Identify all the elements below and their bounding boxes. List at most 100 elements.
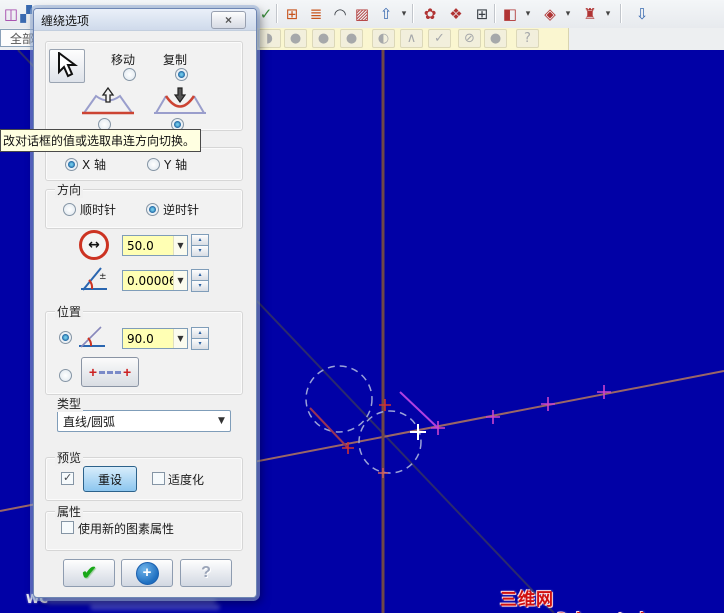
fillet-icon[interactable]: ❖	[446, 3, 466, 25]
ghost-circle-icon[interactable]: ●	[484, 29, 507, 48]
clockwise-radio[interactable]	[63, 203, 76, 216]
arc-create-icon[interactable]: ◠	[330, 3, 350, 25]
xform-rotate-icon[interactable]: ◈	[540, 3, 560, 25]
ok-button[interactable]: ✔	[63, 559, 115, 587]
move-label: 移动	[111, 53, 136, 67]
selected-segment-crimson	[309, 407, 349, 449]
ghost-circle-icon[interactable]: ●	[284, 29, 307, 48]
point-marker-magenta	[541, 397, 555, 411]
dashed-line-icon	[99, 370, 121, 374]
close-button[interactable]: ×	[211, 11, 246, 29]
move-radio[interactable]	[123, 68, 136, 81]
mastercam-app-window: 三维网www.3dportal.cn WC ◫ ▞ ✓ ⊞ ≣ ◠ ▨ ⇧ ▾ …	[0, 0, 724, 613]
position-angle-field[interactable]: ▼	[122, 328, 188, 349]
help-button[interactable]: ?	[180, 559, 232, 587]
fit-checkbox[interactable]	[152, 472, 165, 485]
apply-check-icon[interactable]: ✓	[428, 29, 451, 48]
extrude-icon[interactable]: ⇧	[376, 3, 396, 25]
ghost-shape-icon[interactable]: ◗	[258, 29, 281, 48]
endpoint-plus-icon: +	[123, 364, 132, 380]
y-axis-label: Y 轴	[164, 158, 188, 172]
diameter-field[interactable]: ▼	[122, 235, 188, 256]
copy-label: 复制	[163, 53, 188, 67]
combo-caret-icon[interactable]: ▼	[173, 271, 187, 290]
help-icon[interactable]: ?	[516, 29, 539, 48]
diameter-spinner[interactable]: ▴ ▾	[191, 234, 209, 257]
pick-endpoints-button[interactable]: + +	[81, 357, 139, 387]
toolbar-separator	[494, 4, 496, 23]
reselect-button[interactable]	[49, 49, 85, 83]
dropdown-caret-icon[interactable]: ▾	[522, 3, 534, 25]
ghost-circle-icon[interactable]: ●	[340, 29, 363, 48]
position-groupbox	[45, 311, 243, 395]
ghost-circle-icon[interactable]: ●	[312, 29, 335, 48]
wrap-options-dialog: 缠绕选项 × 移动 复制 X 轴 Y 轴 方向 顺时针 逆时针 ↔ 50.0 ▼…	[33, 8, 257, 598]
svg-text:±: ±	[99, 272, 107, 282]
spinner-down-button[interactable]: ▾	[191, 338, 209, 350]
dropdown-caret-icon[interactable]: ▾	[398, 3, 410, 25]
cursor-cross-marker	[410, 424, 426, 440]
apply-button[interactable]: +	[121, 559, 173, 587]
diameter-icon: ↔	[79, 230, 109, 260]
position-angle-input[interactable]	[123, 331, 173, 346]
position-angle-radio[interactable]	[59, 331, 72, 344]
watermark-text: 三维网www.3dportal.cn	[500, 590, 677, 613]
spinner-down-button[interactable]: ▾	[191, 245, 209, 257]
direction-label: 方向	[55, 181, 84, 198]
no-entity-icon[interactable]: ⊘	[458, 29, 481, 48]
preview-checkbox[interactable]	[61, 471, 74, 485]
lines-create-icon[interactable]: ≣	[306, 3, 326, 25]
help-question-icon: ?	[201, 564, 211, 581]
combo-caret-icon: ▼	[218, 416, 225, 426]
toolbar-separator	[620, 4, 622, 23]
x-axis-radio[interactable]	[65, 158, 78, 171]
x-axis-label: X 轴	[82, 158, 107, 172]
copy-radio[interactable]	[175, 68, 188, 81]
spinner-down-button[interactable]: ▾	[191, 280, 209, 292]
chain-direction-tooltip: 改对话框的值或选取串连方向切换。	[0, 129, 202, 152]
fit-label: 适度化	[168, 473, 205, 487]
angle-tolerance-icon: ±	[79, 265, 109, 293]
dropdown-caret-icon[interactable]: ▾	[602, 3, 614, 25]
sphere-icon[interactable]: ◐	[372, 29, 395, 48]
spinner-up-button[interactable]: ▴	[191, 269, 209, 280]
import-icon[interactable]: ⇩	[632, 3, 652, 25]
position-label: 位置	[55, 303, 84, 320]
trim-break-icon[interactable]: ✿	[420, 3, 440, 25]
toolbar-separator	[412, 4, 414, 23]
spinner-up-button[interactable]: ▴	[191, 234, 209, 245]
left-right-arrow-icon: ↔	[88, 237, 100, 253]
wrap-up-icon	[79, 86, 137, 117]
dropdown-caret-icon[interactable]: ▾	[562, 3, 574, 25]
endpoint-plus-icon: +	[88, 364, 97, 380]
dialog-title: 缠绕选项	[41, 14, 90, 28]
angle-tolerance-spinner[interactable]: ▴ ▾	[191, 269, 209, 292]
angle-tolerance-input[interactable]	[123, 273, 173, 288]
grid-create-icon[interactable]: ⊞	[282, 3, 302, 25]
point-marker-red	[378, 468, 388, 478]
use-new-attributes-checkbox[interactable]	[61, 521, 74, 534]
blurred-status-text	[90, 604, 220, 610]
position-angle-spinner[interactable]: ▴ ▾	[191, 327, 209, 350]
angle-tolerance-field[interactable]: ▼	[122, 270, 188, 291]
diameter-input[interactable]	[123, 238, 173, 253]
point-marker-red	[379, 399, 391, 411]
xform-translate-icon[interactable]: ◧	[500, 3, 520, 25]
verify-check-icon[interactable]: ✓	[256, 3, 276, 25]
analyze-icon[interactable]: ♜	[580, 3, 600, 25]
counterclockwise-radio[interactable]	[146, 203, 159, 216]
dashed-preview-circle	[305, 365, 373, 433]
grid-modify-icon[interactable]: ⊞	[472, 3, 492, 25]
position-endpoints-radio[interactable]	[59, 369, 72, 382]
type-dropdown[interactable]: 直线/圆弧 ▼	[57, 410, 231, 432]
combo-caret-icon[interactable]: ▼	[173, 329, 187, 348]
hatch-icon[interactable]: ▨	[352, 3, 372, 25]
y-axis-radio[interactable]	[147, 158, 160, 171]
reset-button[interactable]: 重设	[83, 466, 137, 492]
dialog-titlebar[interactable]: 缠绕选项 ×	[34, 9, 256, 31]
undo-arrow-icon[interactable]: ∧	[400, 29, 423, 48]
type-label: 类型	[55, 395, 84, 412]
point-marker-magenta	[486, 410, 500, 424]
combo-caret-icon[interactable]: ▼	[173, 236, 187, 255]
spinner-up-button[interactable]: ▴	[191, 327, 209, 338]
